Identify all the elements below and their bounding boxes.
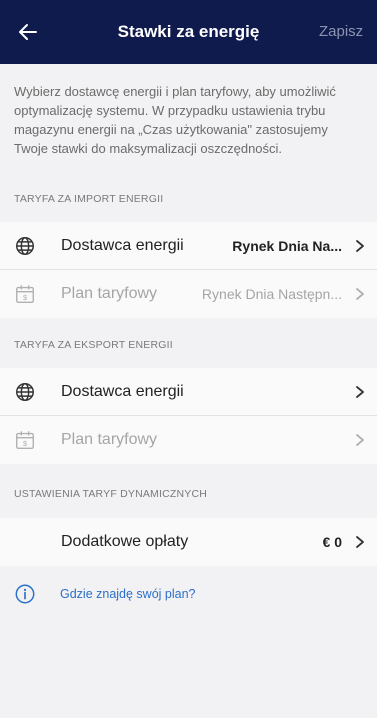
globe-icon <box>16 237 34 255</box>
section-label-dynamic: USTAWIENIA TARYF DYNAMICZNYCH <box>14 488 208 500</box>
export-plan-label: Plan taryfowy <box>61 431 158 448</box>
intro-text: Wybierz dostawcę energii i plan taryfowy… <box>14 84 336 156</box>
additional-fees-row[interactable]: Dodatkowe opłaty € 0 <box>0 518 377 566</box>
export-plan-row[interactable]: $ Plan taryfowy <box>0 416 377 464</box>
section-label-export: TARYFA ZA EKSPORT ENERGII <box>14 339 173 351</box>
additional-fees-label: Dodatkowe opłaty <box>61 533 189 550</box>
chevron-right-icon <box>356 536 364 548</box>
additional-fees-value: € 0 <box>322 534 342 550</box>
help-link[interactable]: Gdzie znajdę swój plan? <box>14 583 314 607</box>
import-provider-row[interactable]: Dostawca energii Rynek Dnia Na... <box>0 222 377 270</box>
chevron-right-icon <box>356 288 364 300</box>
import-plan-value: Rynek Dnia Następn... <box>201 286 342 302</box>
help-link-text: Gdzie znajdę swój plan? <box>60 587 196 601</box>
calendar-dollar-icon: $ <box>16 431 34 449</box>
info-circle-icon <box>15 584 35 604</box>
chevron-right-icon <box>356 240 364 252</box>
header-bar: Stawki za energię Zapisz <box>0 0 377 64</box>
save-button[interactable]: Zapisz <box>319 23 363 40</box>
globe-icon <box>16 383 34 401</box>
chevron-right-icon <box>356 434 364 446</box>
import-provider-label: Dostawca energii <box>61 237 184 254</box>
import-plan-row[interactable]: $ Plan taryfowy Rynek Dnia Następn... <box>0 270 377 318</box>
import-provider-value: Rynek Dnia Na... <box>232 238 342 254</box>
calendar-dollar-icon: $ <box>16 285 34 303</box>
svg-text:$: $ <box>23 293 27 302</box>
import-plan-label: Plan taryfowy <box>61 285 158 302</box>
export-provider-row[interactable]: Dostawca energii <box>0 368 377 416</box>
chevron-right-icon <box>356 386 364 398</box>
export-provider-label: Dostawca energii <box>61 383 184 400</box>
section-label-import: TARYFA ZA IMPORT ENERGII <box>14 193 164 205</box>
svg-text:$: $ <box>23 439 27 448</box>
